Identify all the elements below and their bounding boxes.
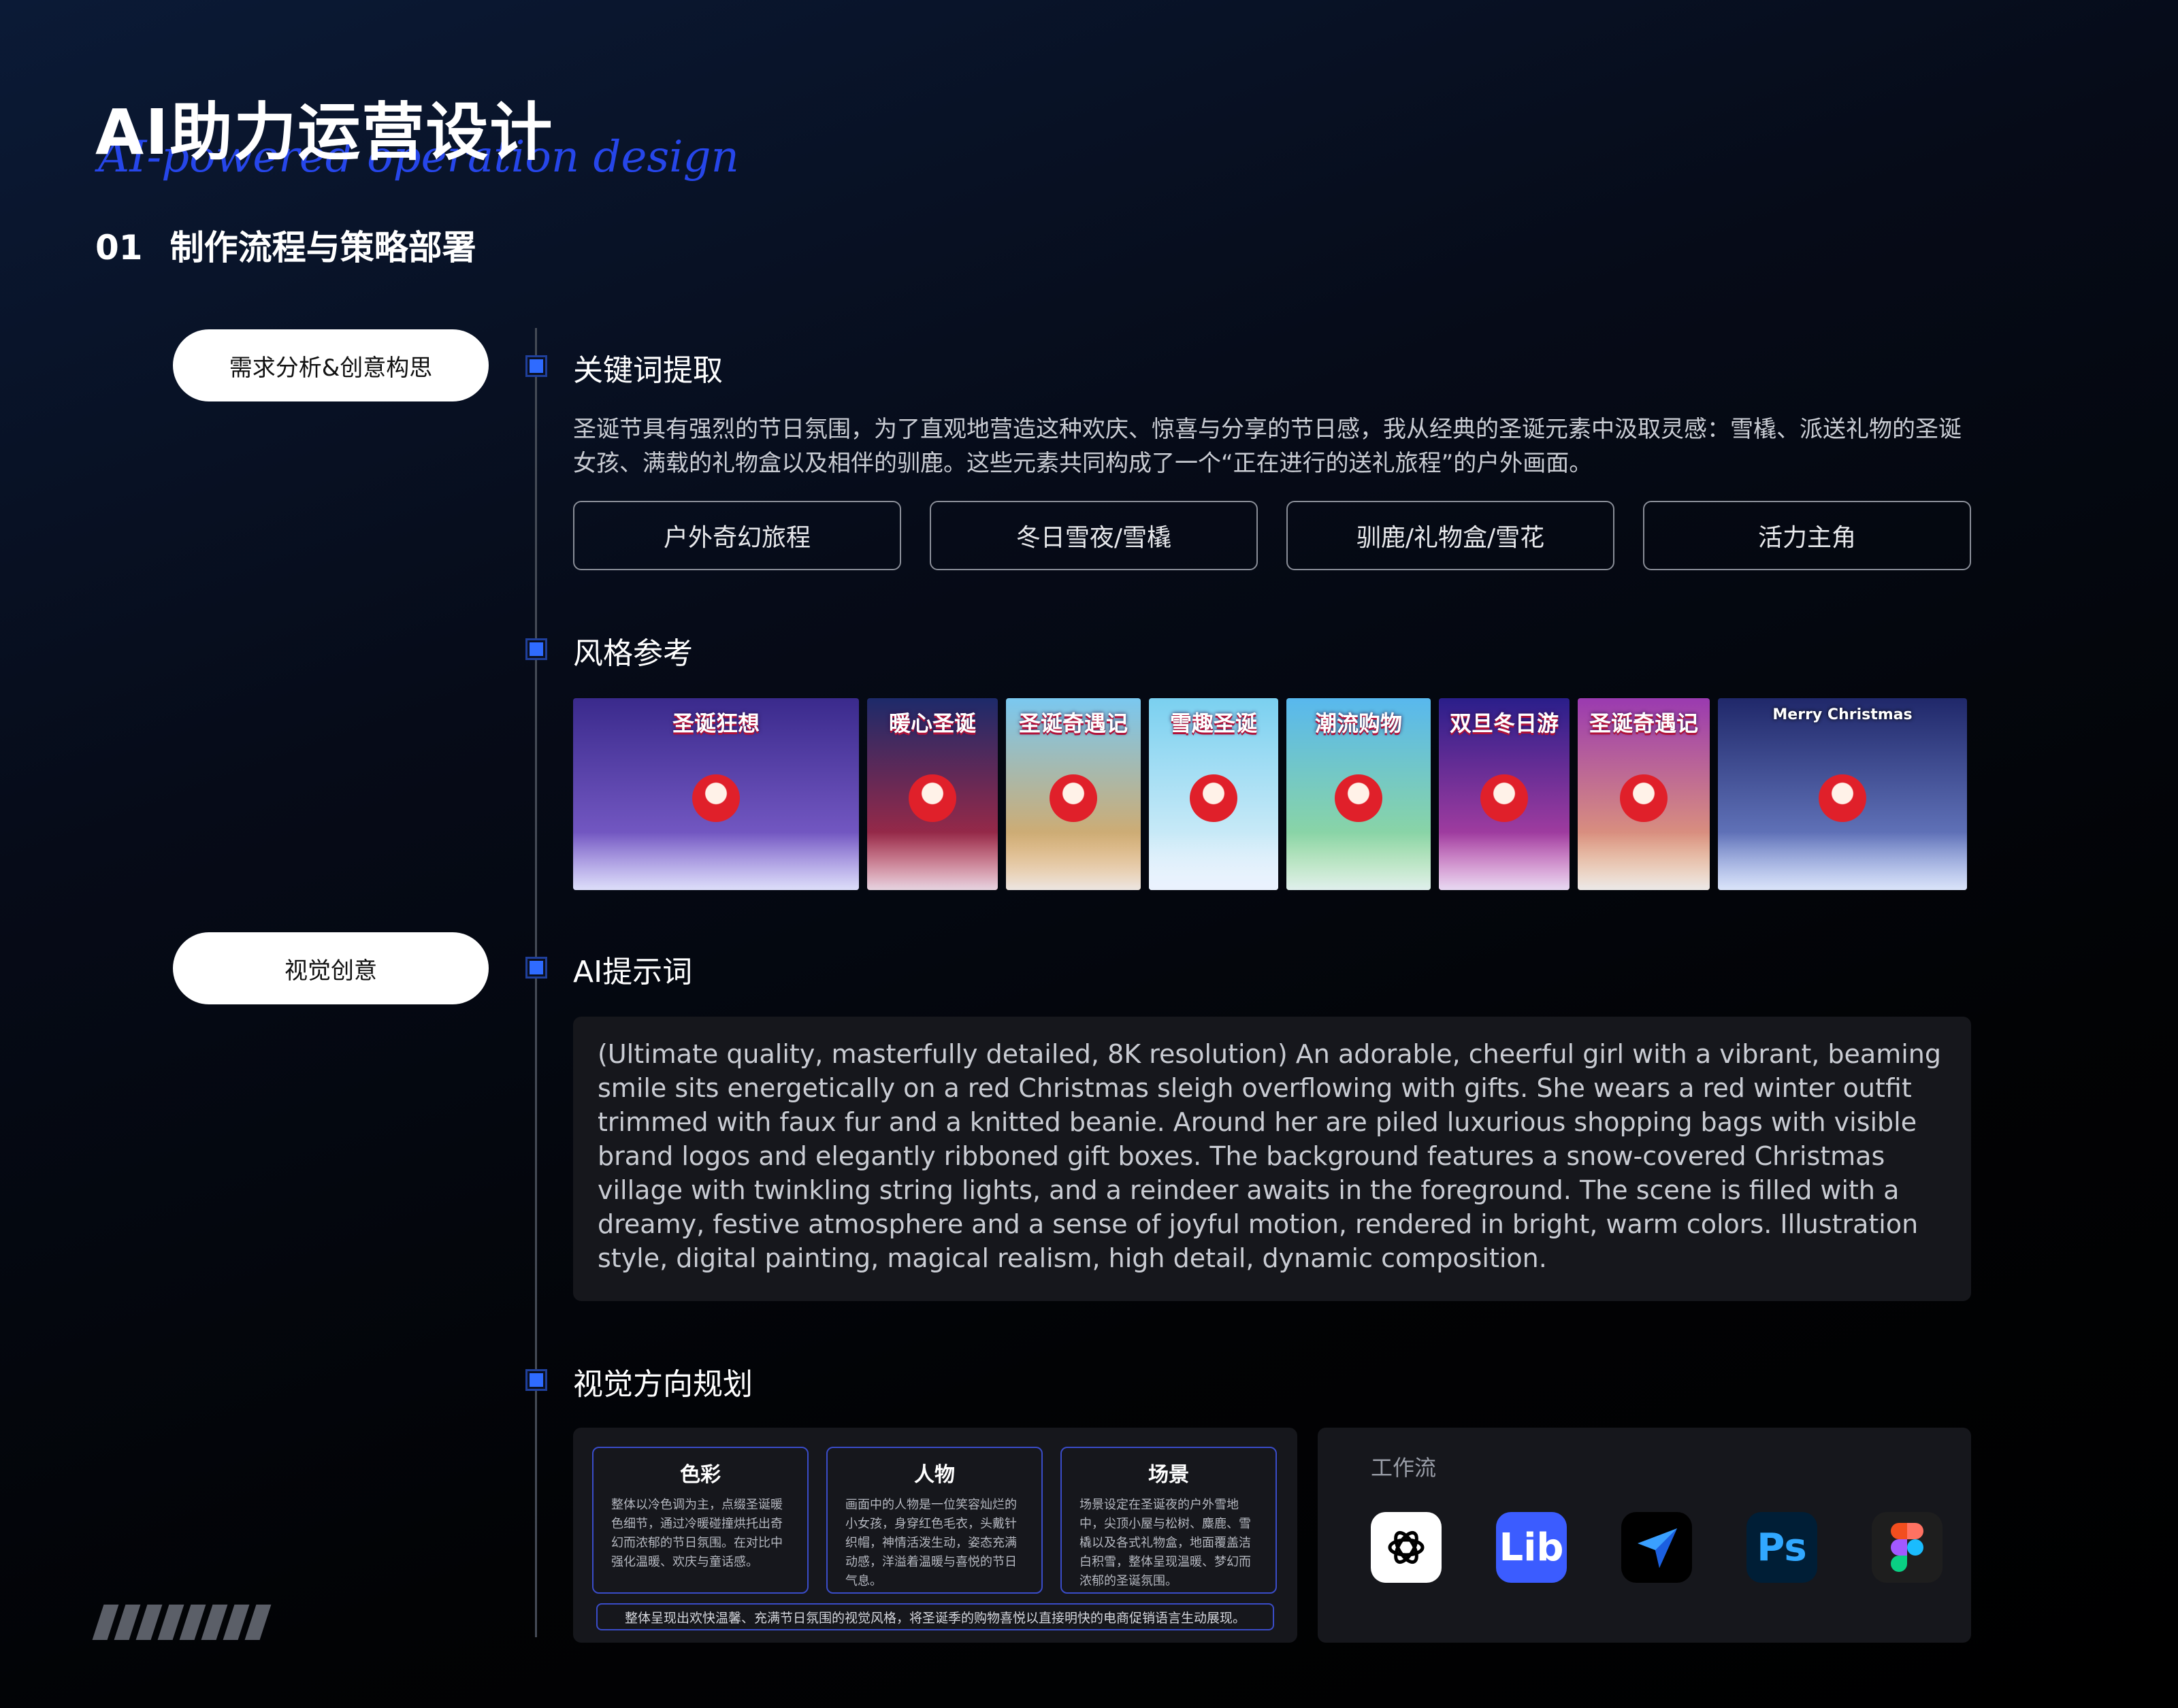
jimeng-icon xyxy=(1621,1512,1692,1583)
ref-caption: 圣诞狂想 xyxy=(672,710,760,736)
timeline-marker xyxy=(525,1369,547,1391)
chatgpt-icon xyxy=(1371,1512,1442,1583)
style-ref-image: 圣诞狂想 xyxy=(573,698,859,890)
style-ref-image: 圣诞奇遇记 xyxy=(1578,698,1710,890)
plan-card-color: 色彩 整体以冷色调为主，点缀圣诞暖色细节，通过冷暖碰撞烘托出奇幻而浓郁的节日氛围… xyxy=(592,1447,809,1594)
prompt-text: (Ultimate quality, masterfully detailed,… xyxy=(598,1039,1941,1273)
workflow-panel: 工作流 Lib Ps xyxy=(1318,1428,1971,1643)
app-label: Ps xyxy=(1757,1525,1807,1570)
plan-card-body: 场景设定在圣诞夜的户外雪地中，尖顶小屋与松树、麋鹿、雪橇以及各式礼物盒，地面覆盖… xyxy=(1079,1498,1251,1588)
keywords-heading: 关键词提取 xyxy=(573,353,723,388)
plan-card-title: 人物 xyxy=(914,1463,955,1487)
decorative-stripes xyxy=(92,1605,272,1640)
figma-icon xyxy=(1872,1512,1943,1583)
liblib-icon: Lib xyxy=(1496,1512,1567,1583)
style-ref-heading: 风格参考 xyxy=(573,636,693,671)
plan-card-character: 人物 画面中的人物是一位笑容灿烂的小女孩，身穿红色毛衣，头戴针织帽，神情活泼生动… xyxy=(826,1447,1043,1594)
ref-caption: 暖心圣诞 xyxy=(888,710,976,736)
timeline-marker xyxy=(525,638,547,660)
plan-card-scene: 场景 场景设定在圣诞夜的户外雪地中，尖顶小屋与松树、麋鹿、雪橇以及各式礼物盒，地… xyxy=(1060,1447,1277,1594)
style-ref-image: 双旦冬日游 xyxy=(1439,698,1570,890)
title-block: AI-powered operation design AI助力运营设计 xyxy=(95,82,776,191)
style-reference-gallery: 圣诞狂想 暖心圣诞 圣诞奇遇记 雪趣圣诞 潮流购物 双旦冬日游 圣诞奇遇记 Me… xyxy=(573,698,1967,890)
style-ref-image: Merry Christmas xyxy=(1718,698,1967,890)
timeline-line xyxy=(535,328,537,1637)
planning-heading: 视觉方向规划 xyxy=(573,1367,753,1402)
page-title: AI助力运营设计 xyxy=(95,96,554,169)
keyword-tag: 冬日雪夜/雪橇 xyxy=(930,501,1258,570)
keyword-tag: 活力主角 xyxy=(1643,501,1971,570)
keyword-tag: 户外奇幻旅程 xyxy=(573,501,901,570)
keywords-description: 圣诞节具有强烈的节日氛围，为了直观地营造这种欢庆、惊喜与分享的节日感，我从经典的… xyxy=(573,416,1962,477)
prompt-heading: AI提示词 xyxy=(573,955,693,989)
app-label: Lib xyxy=(1499,1525,1564,1570)
plan-card-body: 画面中的人物是一位笑容灿烂的小女孩，身穿红色毛衣，头戴针织帽，神情活泼生动，姿态… xyxy=(845,1498,1017,1588)
ref-caption: 双旦冬日游 xyxy=(1449,710,1559,736)
style-ref-image: 潮流购物 xyxy=(1286,698,1431,890)
plan-card-body: 整体以冷色调为主，点缀圣诞暖色细节，通过冷暖碰撞烘托出奇幻而浓郁的节日氛围。在对… xyxy=(611,1498,783,1569)
stage-pill-analysis: 需求分析&创意构思 xyxy=(173,329,489,401)
ref-caption: 圣诞奇遇记 xyxy=(1589,710,1698,736)
style-ref-image: 圣诞奇遇记 xyxy=(1006,698,1141,890)
plan-card-title: 色彩 xyxy=(680,1463,721,1487)
workflow-title: 工作流 xyxy=(1371,1455,1437,1481)
ref-caption: 圣诞奇遇记 xyxy=(1018,710,1128,736)
timeline-marker xyxy=(525,957,547,979)
section-title: 01 制作流程与策略部署 xyxy=(95,220,476,269)
section-number: 01 xyxy=(95,228,143,267)
ref-caption: Merry Christmas xyxy=(1772,706,1913,723)
plan-summary: 整体呈现出欢快温馨、充满节日氛围的视觉风格，将圣诞季的购物喜悦以直接明快的电商促… xyxy=(596,1603,1274,1630)
prompt-text-box: (Ultimate quality, masterfully detailed,… xyxy=(573,1017,1971,1301)
ref-caption: 潮流购物 xyxy=(1314,710,1402,736)
visual-planning-panel: 色彩 整体以冷色调为主，点缀圣诞暖色细节，通过冷暖碰撞烘托出奇幻而浓郁的节日氛围… xyxy=(573,1428,1297,1643)
section-title-text: 制作流程与策略部署 xyxy=(169,228,476,267)
ref-caption: 雪趣圣诞 xyxy=(1169,710,1257,736)
plan-card-title: 场景 xyxy=(1148,1463,1189,1487)
style-ref-image: 暖心圣诞 xyxy=(867,698,998,890)
stage-pill-visual: 视觉创意 xyxy=(173,932,489,1004)
style-ref-image: 雪趣圣诞 xyxy=(1149,698,1278,890)
timeline-marker xyxy=(525,355,547,377)
photoshop-icon: Ps xyxy=(1746,1512,1817,1583)
keyword-tag: 驯鹿/礼物盒/雪花 xyxy=(1286,501,1614,570)
